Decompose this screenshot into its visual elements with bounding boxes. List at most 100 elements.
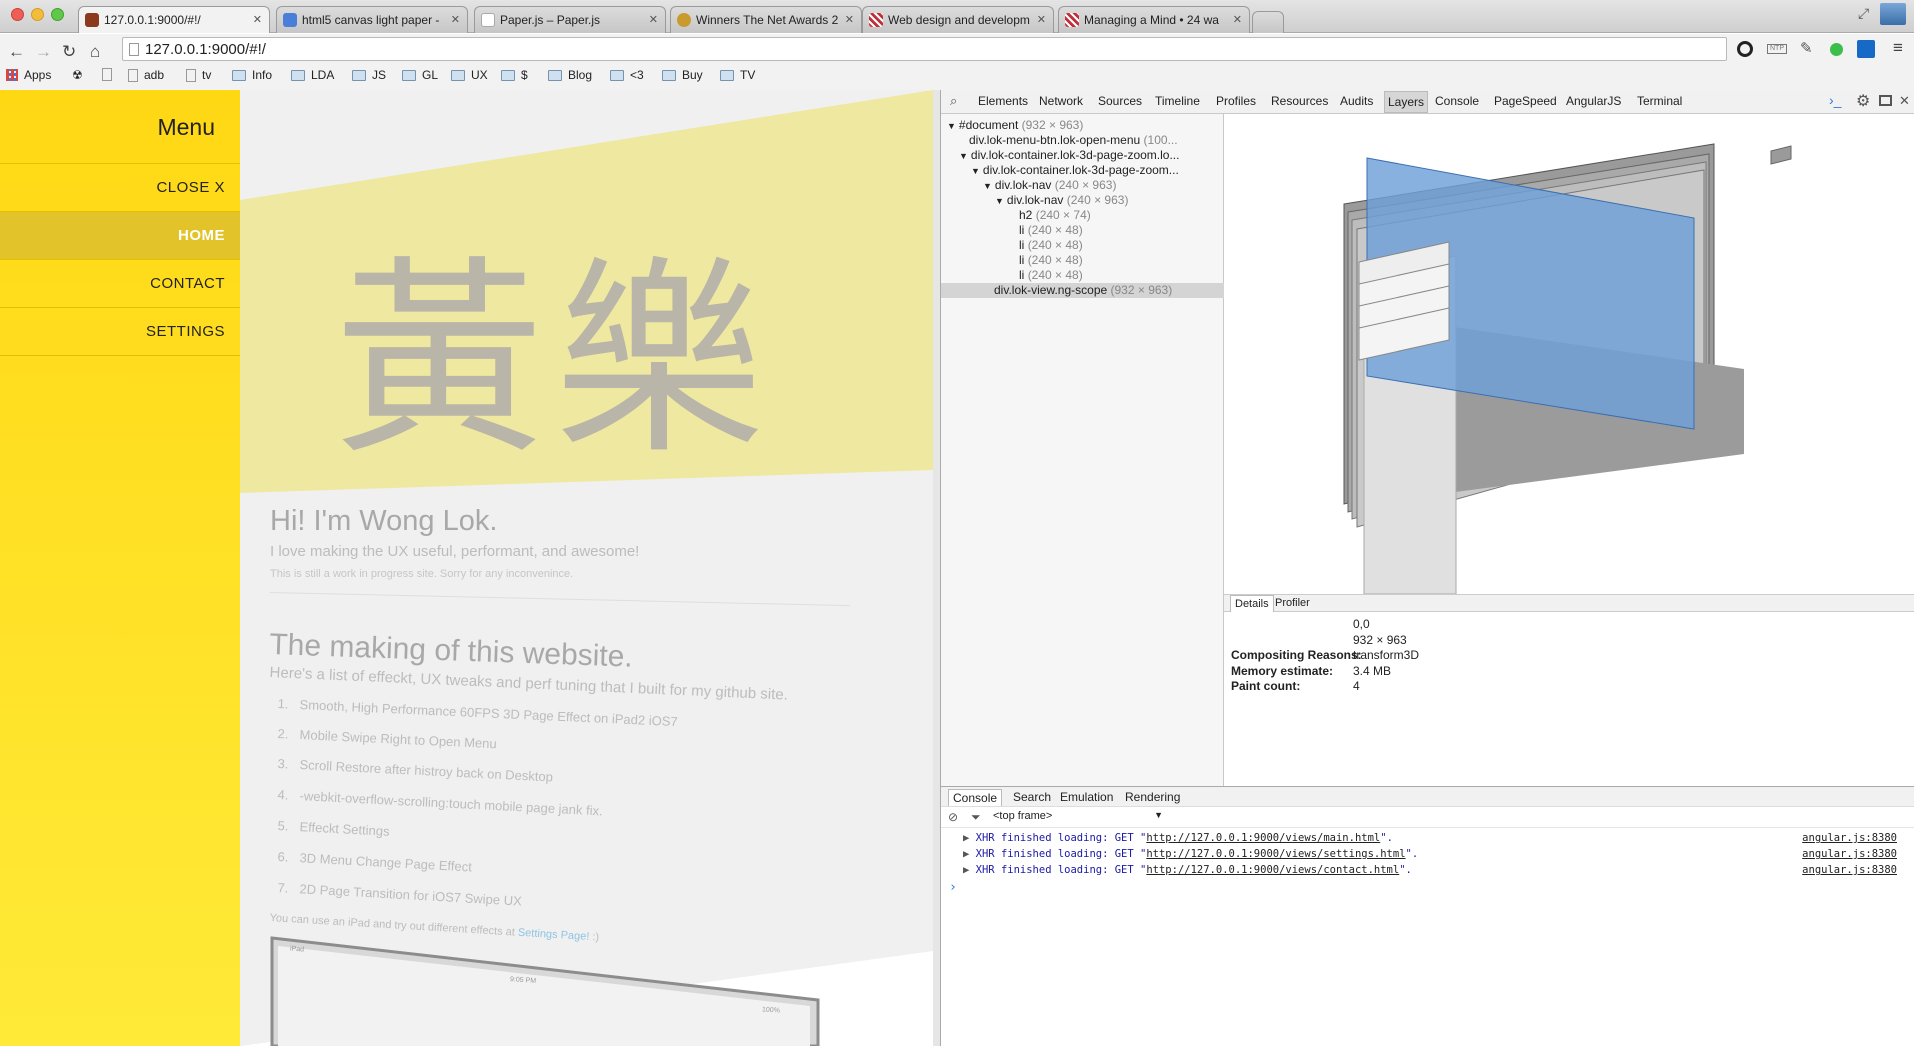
tab-web-design[interactable]: Web design and developm ✕ bbox=[862, 6, 1054, 33]
bookmark-tv-folder[interactable]: TV bbox=[720, 68, 755, 82]
console-message[interactable]: ▶ XHR finished loading: GET "http://127.… bbox=[963, 848, 1418, 860]
console-prompt[interactable]: › bbox=[949, 880, 957, 895]
tab-angularjs[interactable]: AngularJS bbox=[1566, 94, 1621, 108]
bookmark-apps[interactable]: Apps bbox=[6, 68, 51, 82]
drawer-tab-search[interactable]: Search bbox=[1013, 790, 1051, 804]
close-tab-icon[interactable]: ✕ bbox=[451, 13, 460, 26]
tab-audits[interactable]: Audits bbox=[1340, 94, 1373, 108]
chrome-extension-icon[interactable] bbox=[1737, 41, 1753, 57]
status-dot-icon[interactable] bbox=[1830, 43, 1843, 56]
bookmark-ux[interactable]: UX bbox=[451, 68, 488, 82]
console-source-link[interactable]: angular.js:8380 bbox=[1802, 864, 1897, 876]
profile-avatar[interactable] bbox=[1880, 3, 1906, 25]
drawer-tab-rendering[interactable]: Rendering bbox=[1125, 790, 1180, 804]
tab-details[interactable]: Details bbox=[1230, 595, 1274, 612]
tab-layers[interactable]: Layers bbox=[1384, 91, 1429, 113]
close-tab-icon[interactable]: ✕ bbox=[1037, 13, 1046, 26]
tab-profiles[interactable]: Profiles bbox=[1216, 94, 1256, 108]
tab-pagespeed[interactable]: PageSpeed bbox=[1494, 94, 1557, 108]
layer-node[interactable]: ▼ div.lok-nav (240 × 963) bbox=[983, 178, 1116, 193]
frame-selector[interactable]: <top frame> ▼ bbox=[993, 810, 1163, 822]
menu-item-settings[interactable]: SETTINGS bbox=[0, 308, 240, 356]
address-bar[interactable]: 127.0.0.1:9000/#!/ bbox=[122, 37, 1727, 61]
tab-localhost[interactable]: 127.0.0.1:9000/#!/ ✕ bbox=[78, 6, 270, 33]
close-devtools-icon[interactable]: ✕ bbox=[1899, 93, 1910, 109]
close-window-button[interactable] bbox=[11, 8, 24, 21]
console-url-link[interactable]: http://127.0.0.1:9000/views/settings.htm… bbox=[1146, 848, 1405, 860]
drawer-tab-emulation[interactable]: Emulation bbox=[1060, 790, 1113, 804]
bookmark-buy[interactable]: Buy bbox=[662, 68, 703, 82]
bookmark-tv[interactable]: tv bbox=[186, 68, 211, 82]
layer-node[interactable]: li (240 × 48) bbox=[1019, 223, 1083, 238]
zoom-window-button[interactable] bbox=[51, 8, 64, 21]
bookmark-info[interactable]: Info bbox=[232, 68, 272, 82]
bookmark-adb[interactable]: adb bbox=[128, 68, 164, 82]
console-message[interactable]: ▶ XHR finished loading: GET "http://127.… bbox=[963, 832, 1393, 844]
folder-icon bbox=[720, 69, 734, 81]
tab-html5-canvas[interactable]: html5 canvas light paper - ✕ bbox=[276, 6, 468, 33]
close-tab-icon[interactable]: ✕ bbox=[253, 13, 262, 26]
tab-managing-a-mind[interactable]: Managing a Mind • 24 wa ✕ bbox=[1058, 6, 1250, 33]
forward-arrow-icon[interactable]: → bbox=[35, 42, 52, 62]
new-tab-button[interactable] bbox=[1252, 11, 1284, 33]
layer-node[interactable]: ▼ div.lok-container.lok-3d-page-zoom... bbox=[971, 163, 1179, 178]
ntp-extension-icon[interactable]: NTP bbox=[1767, 44, 1787, 54]
bookmark-page-icon[interactable] bbox=[102, 68, 112, 81]
console-url-link[interactable]: http://127.0.0.1:9000/views/main.html bbox=[1146, 832, 1380, 844]
fullscreen-icon[interactable]: ⤢ bbox=[1858, 5, 1869, 22]
eyedropper-icon[interactable]: ✎ bbox=[1800, 39, 1813, 57]
address-text: 127.0.0.1:9000/#!/ bbox=[145, 40, 266, 58]
layer-node[interactable]: li (240 × 48) bbox=[1019, 238, 1083, 253]
bookmark-dollar[interactable]: $ bbox=[501, 68, 528, 82]
tab-profiler[interactable]: Profiler bbox=[1275, 597, 1310, 609]
bookmark-heart[interactable]: <3 bbox=[610, 68, 644, 82]
menu-hamburger-icon[interactable]: ≡ bbox=[1893, 38, 1903, 58]
drawer-tab-console[interactable]: Console bbox=[948, 789, 1003, 806]
layer-node-selected[interactable]: div.lok-view.ng-scope (932 × 963) bbox=[941, 283, 1224, 298]
tab-paperjs[interactable]: Paper.js – Paper.js ✕ bbox=[474, 6, 666, 33]
bookmark-radiation-icon[interactable]: ☢ bbox=[72, 68, 83, 82]
tab-net-awards[interactable]: Winners The Net Awards 2 ✕ bbox=[670, 6, 862, 33]
reload-icon[interactable]: ↻ bbox=[62, 42, 76, 62]
bookmark-gl[interactable]: GL bbox=[402, 68, 438, 82]
inspect-search-icon[interactable]: ⌕ bbox=[950, 93, 957, 109]
menu-item-home[interactable]: HOME bbox=[0, 212, 240, 260]
console-url-link[interactable]: http://127.0.0.1:9000/views/contact.html bbox=[1146, 864, 1399, 876]
bookmark-js[interactable]: JS bbox=[352, 68, 386, 82]
layer-node[interactable]: h2 (240 × 74) bbox=[1019, 208, 1091, 223]
dock-icon[interactable] bbox=[1879, 95, 1892, 106]
close-tab-icon[interactable]: ✕ bbox=[845, 13, 854, 26]
layer-node[interactable]: ▼ div.lok-nav (240 × 963) bbox=[995, 193, 1128, 208]
back-arrow-icon[interactable]: ← bbox=[8, 42, 25, 62]
tab-resources[interactable]: Resources bbox=[1271, 94, 1328, 108]
layer-node[interactable]: div.lok-menu-btn.lok-open-menu (100... bbox=[969, 133, 1178, 148]
tab-elements[interactable]: Elements bbox=[978, 94, 1028, 108]
close-tab-icon[interactable]: ✕ bbox=[649, 13, 658, 26]
tab-network[interactable]: Network bbox=[1039, 94, 1083, 108]
tab-terminal[interactable]: Terminal bbox=[1637, 94, 1682, 108]
folder-icon bbox=[232, 69, 246, 81]
home-icon[interactable]: ⌂ bbox=[90, 42, 100, 62]
close-tab-icon[interactable]: ✕ bbox=[1233, 13, 1242, 26]
bookmark-lda[interactable]: LDA bbox=[291, 68, 334, 82]
menu-item-contact[interactable]: CONTACT bbox=[0, 260, 240, 308]
console-source-link[interactable]: angular.js:8380 bbox=[1802, 848, 1897, 860]
tab-timeline[interactable]: Timeline bbox=[1155, 94, 1200, 108]
layer-node[interactable]: ▼ div.lok-container.lok-3d-page-zoom.lo..… bbox=[959, 148, 1179, 163]
extension-blue-icon[interactable] bbox=[1857, 40, 1875, 58]
minimize-window-button[interactable] bbox=[31, 8, 44, 21]
console-message[interactable]: ▶ XHR finished loading: GET "http://127.… bbox=[963, 864, 1412, 876]
tab-console[interactable]: Console bbox=[1435, 94, 1479, 108]
tab-sources[interactable]: Sources bbox=[1098, 94, 1142, 108]
bookmark-blog[interactable]: Blog bbox=[548, 68, 592, 82]
settings-gear-icon[interactable]: ⚙ bbox=[1856, 91, 1870, 111]
drawer-toggle-icon[interactable]: ›_ bbox=[1829, 92, 1841, 108]
menu-item-close[interactable]: CLOSE X bbox=[0, 164, 240, 212]
filter-funnel-icon[interactable]: ⏷ bbox=[971, 810, 981, 825]
layer-node[interactable]: ▼ #document (932 × 963) bbox=[947, 118, 1083, 133]
clear-console-icon[interactable]: ⊘ bbox=[948, 810, 958, 824]
layers-3d-view[interactable] bbox=[1224, 114, 1914, 595]
layer-node[interactable]: li (240 × 48) bbox=[1019, 268, 1083, 283]
console-source-link[interactable]: angular.js:8380 bbox=[1802, 832, 1897, 844]
layer-node[interactable]: li (240 × 48) bbox=[1019, 253, 1083, 268]
